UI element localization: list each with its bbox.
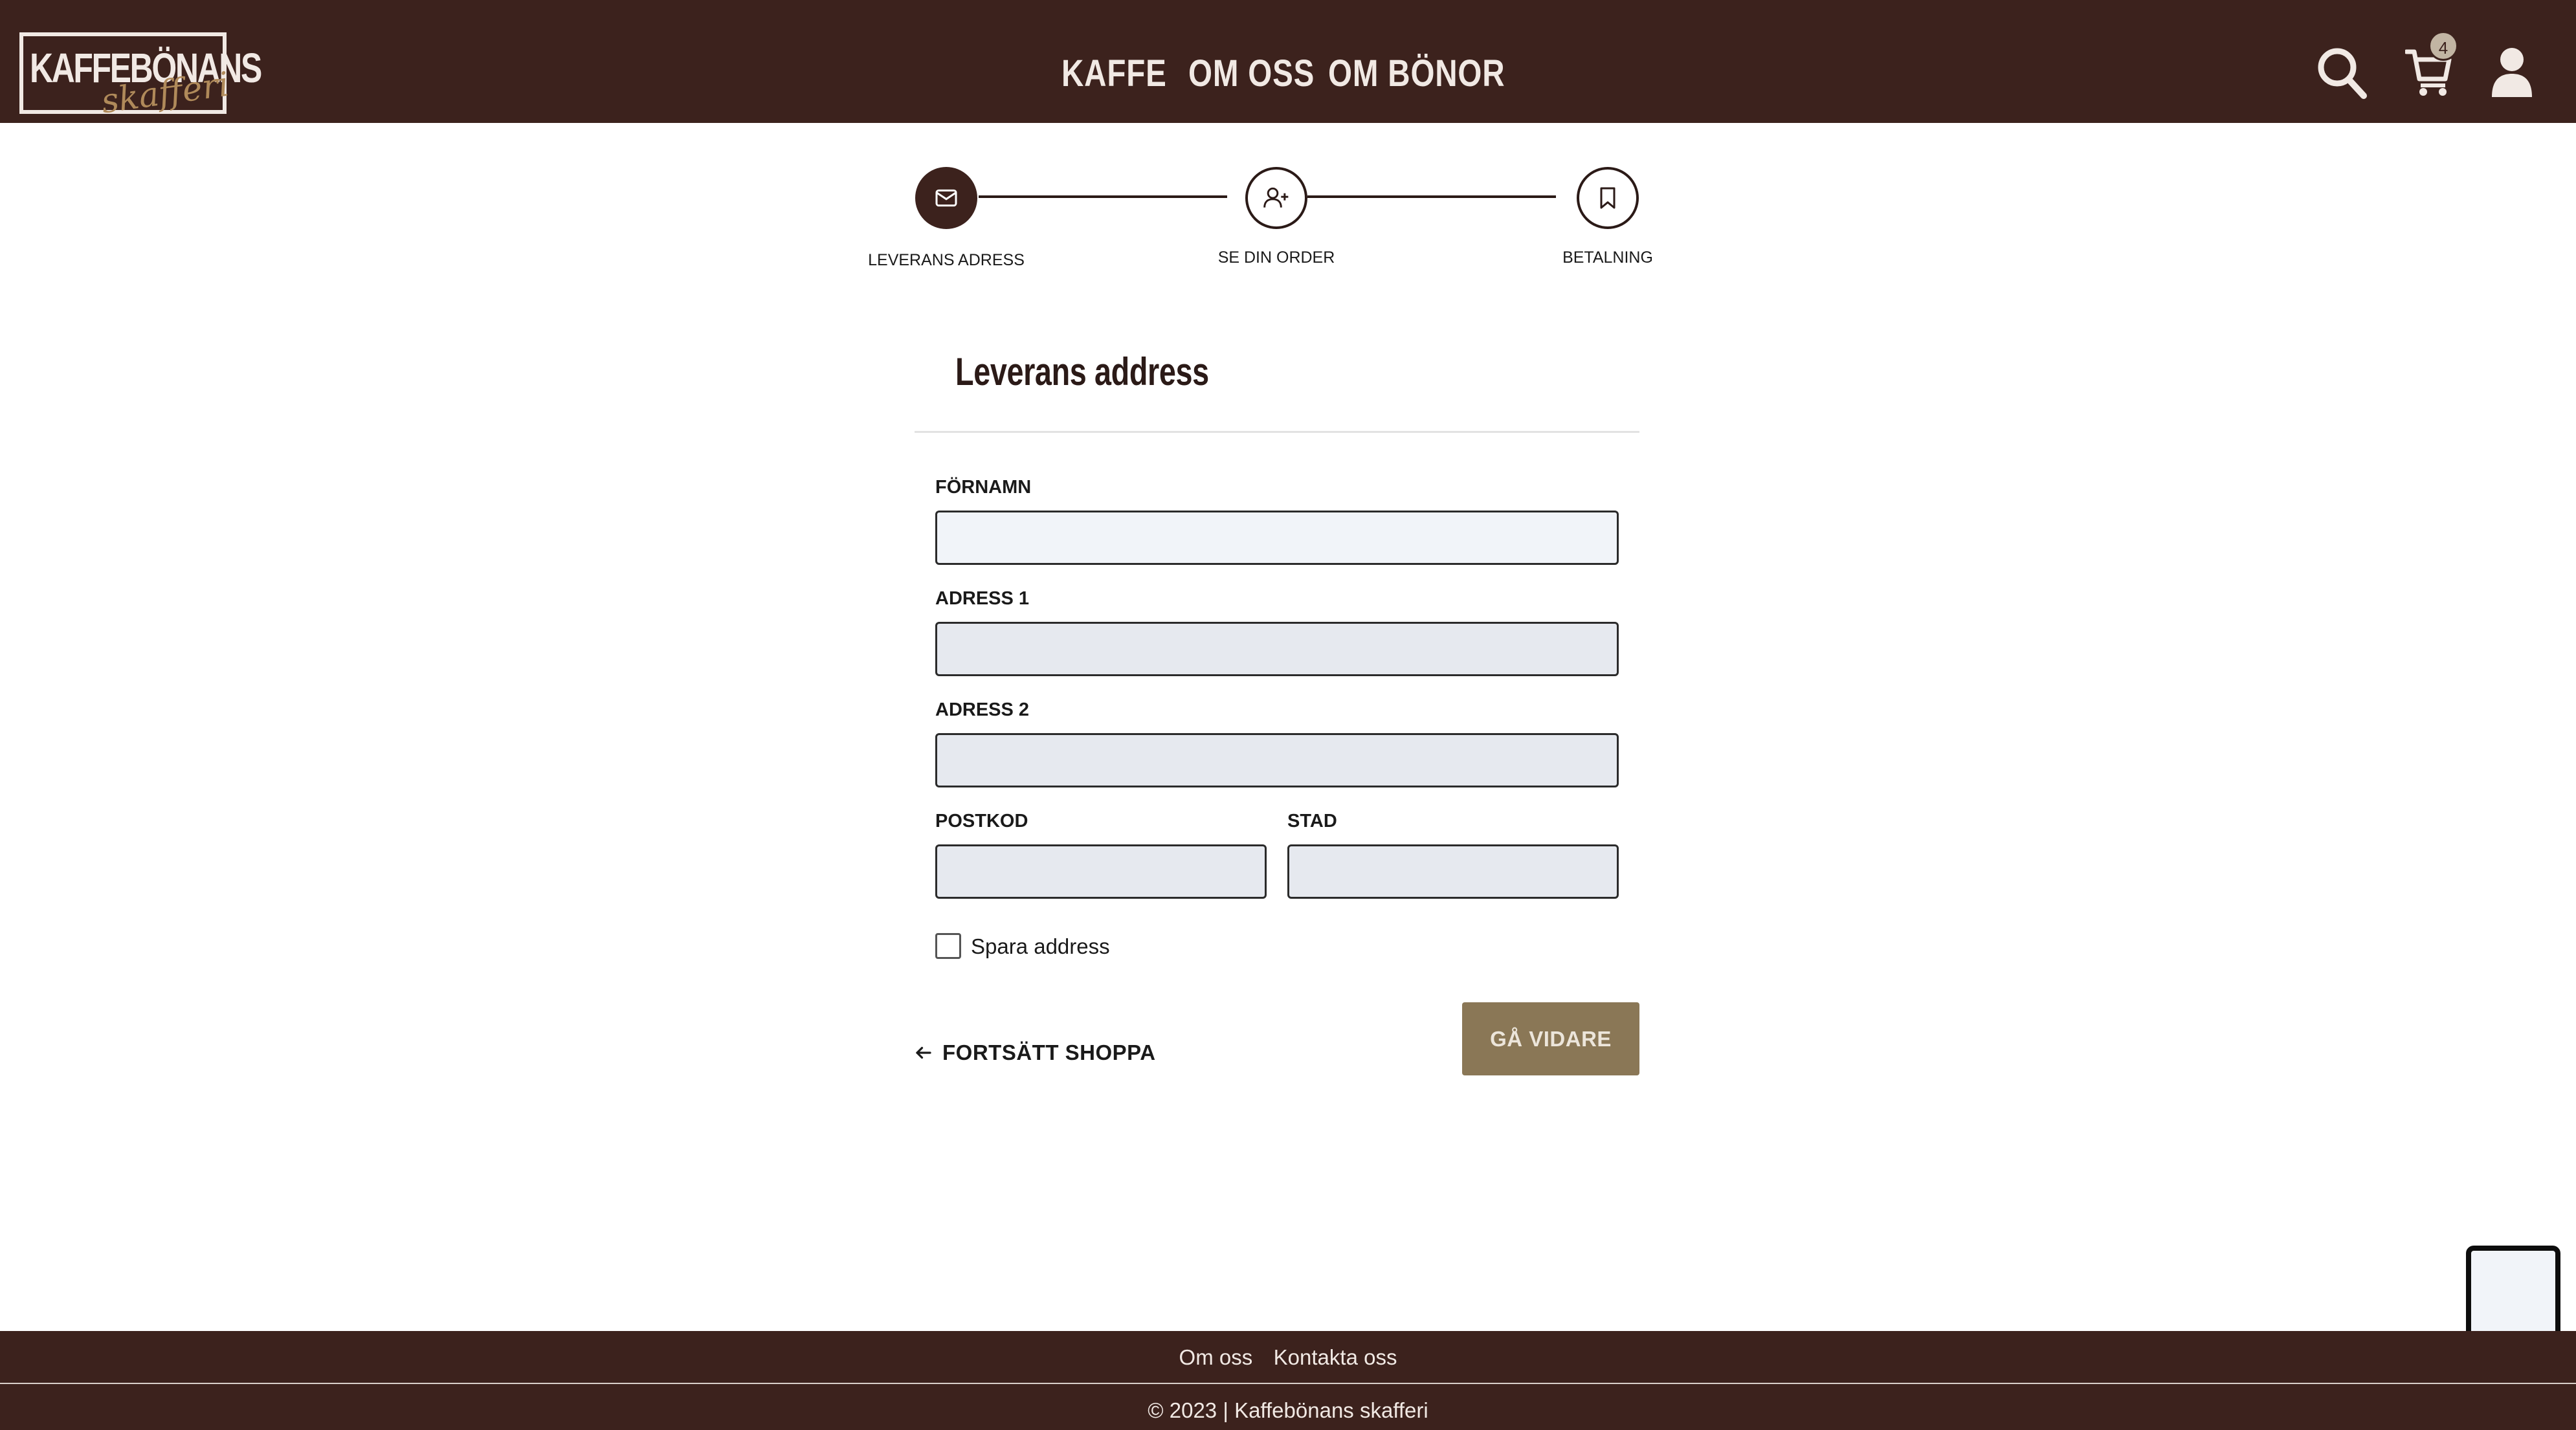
user-plus-icon	[1263, 187, 1289, 208]
nav-link-kaffe[interactable]: KAFFE	[1061, 52, 1166, 95]
mail-icon	[935, 189, 957, 207]
continue-button[interactable]: GÅ VIDARE	[1462, 1002, 1639, 1075]
step-delivery-address[interactable]	[915, 167, 977, 229]
step-label-payment: BETALNING	[1562, 248, 1653, 267]
step-label-delivery-address: LEVERANS ADRESS	[868, 251, 1025, 269]
postcode-label: POSTKOD	[935, 811, 1028, 831]
save-address-checkbox[interactable]	[935, 933, 961, 959]
nav-link-om-oss[interactable]: OM OSS	[1188, 52, 1314, 95]
site-footer: Om oss Kontakta oss © 2023 | Kaffebönans…	[0, 1331, 2576, 1430]
postcode-input[interactable]	[935, 844, 1267, 899]
footer-links: Om oss Kontakta oss	[0, 1345, 2576, 1370]
main-nav: KAFFE OM OSS OM BÖNOR	[1061, 52, 1505, 95]
footer-link-about[interactable]: Om oss	[1179, 1345, 1253, 1369]
continue-shopping-label: FORTSÄTT SHOPPA	[942, 1040, 1156, 1064]
save-address-label[interactable]: Spara address	[971, 934, 1110, 959]
address1-input[interactable]	[935, 622, 1619, 676]
continue-shopping-link[interactable]: FORTSÄTT SHOPPA	[914, 1040, 1156, 1065]
user-icon[interactable]	[2491, 47, 2533, 98]
step-view-order[interactable]	[1245, 167, 1307, 229]
footer-link-contact[interactable]: Kontakta oss	[1274, 1345, 1397, 1369]
search-icon[interactable]	[2316, 45, 2368, 100]
step-payment[interactable]	[1577, 167, 1639, 229]
first-name-input[interactable]	[935, 511, 1619, 565]
form-title: Leverans address	[955, 350, 1209, 393]
copyright-text: © 2023 | Kaffebönans skafferi	[1148, 1398, 1428, 1422]
form-divider	[915, 431, 1639, 433]
site-logo[interactable]: KAFFEBÖNANS skafferi	[19, 32, 262, 122]
stepper-connector	[1307, 195, 1556, 198]
address1-label: ADRESS 1	[935, 588, 1030, 609]
cart-count-badge: 4	[2428, 31, 2458, 61]
address2-input[interactable]	[935, 733, 1619, 787]
footer-divider	[0, 1383, 2576, 1384]
step-label-view-order: SE DIN ORDER	[1217, 248, 1335, 267]
nav-link-om-bonor[interactable]: OM BÖNOR	[1328, 52, 1505, 95]
bookmark-icon	[1600, 187, 1616, 209]
address2-label: ADRESS 2	[935, 699, 1030, 720]
arrow-left-icon	[916, 1046, 931, 1059]
first-name-label: FÖRNAMN	[935, 477, 1032, 498]
site-header: KAFFEBÖNANS skafferi KAFFE OM OSS OM BÖN…	[0, 0, 2576, 123]
city-input[interactable]	[1287, 844, 1619, 899]
checkout-stepper: LEVERANS ADRESS SE DIN ORDER BETALNING	[867, 162, 1663, 278]
stepper-connector	[979, 195, 1227, 198]
city-label: STAD	[1287, 811, 1337, 831]
